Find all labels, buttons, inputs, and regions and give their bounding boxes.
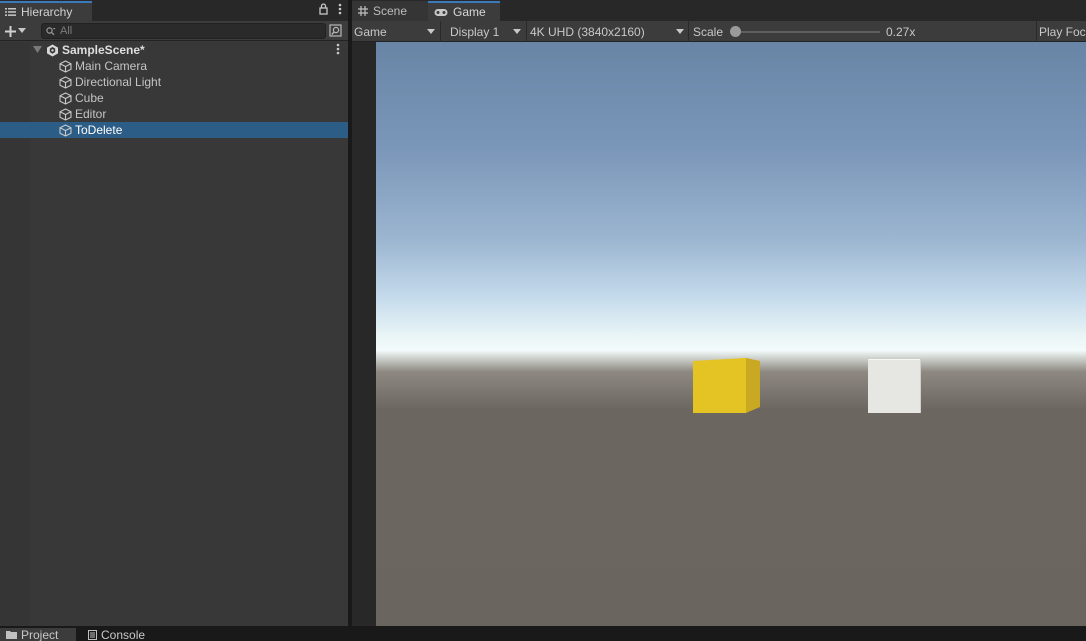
folder-icon bbox=[6, 630, 17, 639]
kebab-menu-icon[interactable] bbox=[338, 3, 342, 15]
list-icon bbox=[5, 7, 17, 17]
tab-scene[interactable]: Scene bbox=[352, 1, 428, 21]
hierarchy-panel: Hierarchy All SampleScene* Main Camera D… bbox=[0, 0, 348, 626]
tab-game-label: Game bbox=[453, 5, 486, 19]
gameobject-cube-icon bbox=[59, 107, 72, 121]
display-label: Display 1 bbox=[450, 24, 500, 39]
game-view[interactable] bbox=[376, 42, 1086, 626]
hierarchy-item-label: Cube bbox=[75, 91, 104, 105]
plus-icon bbox=[5, 25, 16, 37]
chevron-down-icon bbox=[18, 28, 26, 34]
grid-icon bbox=[358, 6, 368, 16]
hierarchy-toolbar bbox=[0, 21, 348, 41]
gameobject-cube-icon bbox=[59, 59, 72, 73]
lock-icon[interactable] bbox=[319, 3, 328, 15]
view-mode-dropdown[interactable]: Game bbox=[352, 22, 439, 41]
chevron-down-icon bbox=[676, 29, 684, 34]
foldout-arrow-icon[interactable] bbox=[33, 46, 42, 54]
play-focus-dropdown[interactable]: Play Focused bbox=[1039, 25, 1086, 39]
tab-hierarchy-label: Hierarchy bbox=[21, 5, 73, 19]
scale-slider-thumb[interactable] bbox=[730, 26, 741, 37]
chevron-down-icon bbox=[513, 29, 521, 34]
display-dropdown[interactable]: Display 1 bbox=[448, 22, 525, 41]
hierarchy-item[interactable]: Editor bbox=[0, 106, 348, 122]
white-cube bbox=[868, 359, 921, 413]
chevron-down-icon bbox=[427, 29, 435, 34]
hierarchy-item[interactable]: Main Camera bbox=[0, 58, 348, 74]
tab-scene-label: Scene bbox=[373, 4, 408, 18]
toolbar-separator bbox=[440, 21, 441, 42]
hierarchy-item[interactable]: ToDelete bbox=[0, 122, 348, 138]
game-toolbar: Game Display 1 4K UHD (3840x2160) Scale … bbox=[352, 21, 1086, 42]
tab-console-label: Console bbox=[101, 628, 146, 641]
toolbar-separator bbox=[1036, 21, 1037, 42]
hierarchy-tree: SampleScene* Main Camera Directional Ligh… bbox=[0, 42, 348, 138]
bottom-tab-bar: Project Console bbox=[0, 626, 1086, 641]
toolbar-separator bbox=[688, 21, 689, 42]
resolution-label: 4K UHD (3840x2160) bbox=[530, 24, 645, 39]
search-icon bbox=[46, 26, 56, 36]
hierarchy-tab-bar: Hierarchy bbox=[0, 0, 348, 21]
game-view-margin bbox=[352, 42, 376, 626]
add-object-button[interactable] bbox=[2, 22, 34, 40]
tab-project-label: Project bbox=[21, 628, 59, 641]
resolution-dropdown[interactable]: 4K UHD (3840x2160) bbox=[528, 22, 688, 41]
unity-scene-icon bbox=[46, 44, 59, 57]
tab-game[interactable]: Game bbox=[428, 1, 500, 21]
tab-project[interactable]: Project bbox=[0, 628, 76, 641]
scale-value: 0.27x bbox=[886, 25, 916, 39]
gameobject-cube-icon bbox=[59, 123, 72, 137]
hierarchy-item[interactable]: Directional Light bbox=[0, 74, 348, 90]
search-input[interactable] bbox=[60, 25, 310, 37]
game-tab-bar: Scene Game bbox=[352, 0, 1086, 21]
gameobject-cube-icon bbox=[59, 75, 72, 89]
hierarchy-item-label: ToDelete bbox=[75, 123, 123, 137]
view-mode-label: Game bbox=[354, 24, 387, 39]
search-box[interactable] bbox=[41, 23, 326, 39]
gamepad-icon bbox=[434, 8, 448, 17]
scene-kebab-icon[interactable] bbox=[336, 43, 340, 55]
hierarchy-item-label: Main Camera bbox=[75, 59, 148, 73]
scale-label: Scale bbox=[693, 25, 724, 39]
hierarchy-item-label: Directional Light bbox=[75, 75, 162, 89]
yellow-cube bbox=[693, 358, 760, 413]
console-icon bbox=[88, 629, 97, 640]
scene-row[interactable]: SampleScene* bbox=[0, 42, 348, 58]
tab-console[interactable]: Console bbox=[82, 628, 162, 641]
hierarchy-item-label: Editor bbox=[75, 107, 107, 121]
scene-name: SampleScene* bbox=[62, 43, 145, 57]
gameobject-cube-icon bbox=[59, 91, 72, 105]
scale-slider-track[interactable] bbox=[735, 31, 880, 33]
tab-hierarchy[interactable]: Hierarchy bbox=[0, 1, 92, 21]
toolbar-separator bbox=[526, 21, 527, 42]
search-scene-icon[interactable] bbox=[329, 24, 343, 38]
game-panel: Scene Game Game Display 1 4K UHD (3840x2… bbox=[352, 0, 1086, 626]
hierarchy-item[interactable]: Cube bbox=[0, 90, 348, 106]
